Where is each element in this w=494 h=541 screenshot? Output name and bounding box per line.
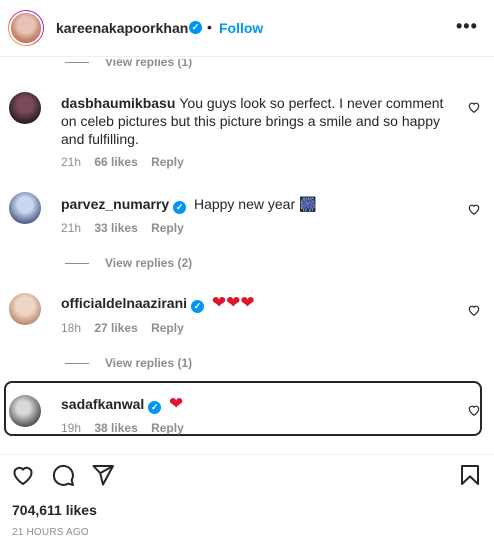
heart-icon[interactable] xyxy=(467,403,481,417)
verified-badge-icon: ✓ xyxy=(173,201,187,214)
comment-text: parvez_numarry ✓ Happy new year 🎆 xyxy=(61,196,317,214)
heart-icon[interactable] xyxy=(11,463,35,487)
fireworks-emoji: 🎆 xyxy=(299,196,317,212)
commenter-username[interactable]: parvez_numarry xyxy=(61,196,169,212)
commenter-username[interactable]: sadafkanwal xyxy=(61,396,144,412)
view-replies-button[interactable]: View replies (1) xyxy=(65,59,192,69)
commenter-avatar[interactable] xyxy=(9,192,41,224)
commenter-username[interactable]: officialdelnaazirani xyxy=(61,295,187,311)
comment-meta: 21h 33 likes Reply xyxy=(61,221,194,235)
heart-icon[interactable] xyxy=(467,303,481,317)
hearts-emoji: ❤❤❤ xyxy=(211,293,255,312)
heart-emoji: ❤ xyxy=(169,394,184,413)
comment-likes[interactable]: 33 likes xyxy=(94,221,137,235)
reply-button[interactable]: Reply xyxy=(151,321,184,335)
share-icon[interactable] xyxy=(91,463,115,487)
more-options-icon[interactable]: ••• xyxy=(456,16,478,37)
comment-likes[interactable]: 38 likes xyxy=(94,421,137,435)
comment-meta: 19h 38 likes Reply xyxy=(61,421,194,435)
divider-line xyxy=(65,263,89,265)
divider-line xyxy=(65,363,89,365)
follow-button[interactable]: Follow xyxy=(219,20,263,36)
verified-badge-icon: ✓ xyxy=(191,300,205,313)
reply-button[interactable]: Reply xyxy=(151,155,184,169)
commenter-username[interactable]: dasbhaumikbasu xyxy=(61,95,175,111)
comment-likes[interactable]: 27 likes xyxy=(94,321,137,335)
reply-button[interactable]: Reply xyxy=(151,221,184,235)
author-username[interactable]: kareenakapoorkhan xyxy=(56,20,188,36)
verified-badge-icon: ✓ xyxy=(148,401,162,414)
heart-icon[interactable] xyxy=(467,202,481,216)
heart-icon[interactable] xyxy=(467,100,481,114)
divider-line xyxy=(65,62,89,64)
comment-icon[interactable] xyxy=(51,463,75,487)
comment-text: sadafkanwal ✓ ❤ xyxy=(61,395,451,414)
post-likes-count[interactable]: 704,611 likes xyxy=(12,502,97,518)
view-replies-button[interactable]: View replies (2) xyxy=(65,256,192,270)
comment-text: dasbhaumikbasu You guys look so perfect. … xyxy=(61,95,444,147)
commenter-avatar[interactable] xyxy=(9,293,41,325)
post-time-ago: 21 HOURS AGO xyxy=(12,527,89,538)
post-header: kareenakapoorkhan ✓ • Follow ••• xyxy=(0,0,494,57)
comment-time: 21h xyxy=(61,155,82,169)
commenter-avatar[interactable] xyxy=(9,92,41,124)
commenter-avatar[interactable] xyxy=(9,395,41,427)
reply-button[interactable]: Reply xyxy=(151,421,184,435)
comment-text: officialdelnaazirani ✓ ❤❤❤ xyxy=(61,294,451,313)
separator-dot: • xyxy=(207,19,212,35)
comment-time: 19h xyxy=(61,421,82,435)
comment-likes[interactable]: 66 likes xyxy=(94,155,137,169)
comment-time: 18h xyxy=(61,321,82,335)
author-avatar[interactable] xyxy=(8,10,44,46)
view-replies-button[interactable]: View replies (1) xyxy=(65,356,192,370)
verified-badge-icon: ✓ xyxy=(189,21,202,34)
post-action-bar xyxy=(0,454,494,491)
bookmark-icon[interactable] xyxy=(458,463,482,487)
comment-meta: 21h 66 likes Reply xyxy=(61,155,194,169)
comment-meta: 18h 27 likes Reply xyxy=(61,321,194,335)
comment-time: 21h xyxy=(61,221,82,235)
